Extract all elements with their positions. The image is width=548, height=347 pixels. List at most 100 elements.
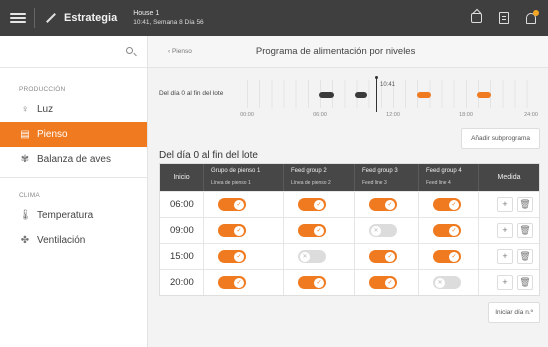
add-subprogram-button[interactable]: Añadir subprograma [461, 128, 540, 149]
timeline: Del día 0 al fin del lote 10:41 00:00 06… [159, 76, 540, 120]
check-icon: ✓ [385, 277, 395, 288]
now-label: 10:41 [380, 82, 396, 88]
bird-scale-icon: ✾ [20, 153, 30, 165]
sidebar-item-label: Ventilación [37, 235, 86, 246]
sidebar-item-label: Pienso [37, 129, 68, 140]
feed-group-toggle[interactable]: ✓ [218, 276, 246, 289]
app-title: Estrategia [64, 12, 118, 24]
feed-group-toggle[interactable]: ✕ [298, 250, 326, 263]
feed-group-toggle[interactable]: ✓ [369, 276, 397, 289]
toggle-cell: ✓ [419, 244, 479, 269]
section-title: Del día 0 al fin del lote [159, 150, 258, 161]
delete-row-button[interactable]: 🗑 [517, 223, 533, 238]
table-row: 20:00 ✓ ✓ ✓ ✕ + 🗑 [160, 269, 539, 295]
now-marker [375, 76, 378, 112]
strategy-logo-icon [44, 11, 58, 25]
column-title: Feed group 2 [291, 168, 327, 174]
timeline-label: Del día 0 al fin del lote [159, 90, 224, 97]
timeline-segment [477, 92, 491, 98]
feed-group-toggle[interactable]: ✓ [433, 250, 461, 263]
add-row-button[interactable]: + [497, 275, 513, 290]
sidebar-item-label: Temperatura [37, 210, 94, 221]
column-header-inicio: Inicio [160, 164, 204, 191]
check-icon: ✓ [234, 277, 244, 288]
tick-label: 24:00 [524, 112, 538, 118]
delete-row-button[interactable]: 🗑 [517, 197, 533, 212]
tick-label: 06:00 [313, 112, 327, 118]
sidebar-item-ventilacion[interactable]: ✤ Ventilación [0, 228, 147, 253]
toggle-cell: ✓ [284, 192, 355, 217]
toggle-cell: ✓ [355, 192, 419, 217]
fan-icon: ✤ [20, 234, 30, 246]
sidebar-item-balanza[interactable]: ✾ Balanza de aves [0, 147, 147, 172]
cross-icon: ✕ [300, 251, 310, 262]
feed-group-toggle[interactable]: ✓ [433, 224, 461, 237]
notification-bell-icon[interactable] [526, 9, 539, 24]
feed-group-toggle[interactable]: ✓ [369, 250, 397, 263]
home-icon[interactable] [471, 13, 482, 23]
toggle-cell: ✕ [284, 244, 355, 269]
column-header-group-3: Feed group 3 Feed line 3 [355, 164, 419, 191]
check-icon: ✓ [449, 199, 459, 210]
column-subtitle: Línea de pienso 1 [211, 180, 251, 186]
toggle-cell: ✓ [355, 244, 419, 269]
start-time: 06:00 [160, 192, 204, 217]
toggle-cell: ✓ [204, 270, 284, 295]
row-actions: + 🗑 [479, 192, 539, 217]
check-icon: ✓ [314, 225, 324, 236]
add-row-button[interactable]: + [497, 249, 513, 264]
start-day-button[interactable]: Iniciar día n.º [488, 302, 540, 323]
row-actions: + 🗑 [479, 218, 539, 243]
feed-group-toggle[interactable]: ✓ [298, 224, 326, 237]
feed-group-toggle[interactable]: ✕ [433, 276, 461, 289]
feed-icon: ▤ [20, 128, 30, 140]
feed-group-toggle[interactable]: ✕ [369, 224, 397, 237]
date-status: 10:41, Semana 8 Día 56 [133, 19, 204, 26]
sidebar-item-luz[interactable]: ♀ Luz [0, 97, 147, 122]
feed-group-toggle[interactable]: ✓ [369, 198, 397, 211]
breadcrumb-back[interactable]: ‹ Pienso [168, 48, 192, 55]
sidebar-item-pienso[interactable]: ▤ Pienso [0, 122, 147, 147]
feed-group-toggle[interactable]: ✓ [298, 198, 326, 211]
row-actions: + 🗑 [479, 270, 539, 295]
toggle-cell: ✓ [419, 218, 479, 243]
feed-group-toggle[interactable]: ✓ [298, 276, 326, 289]
feed-group-toggle[interactable]: ✓ [218, 250, 246, 263]
check-icon: ✓ [314, 277, 324, 288]
delete-row-button[interactable]: 🗑 [517, 249, 533, 264]
table-body: 06:00 ✓ ✓ ✓ ✓ + 🗑 09:00 ✓ ✓ ✕ ✓ + 🗑 15:00 ✓ ✕ ✓ ✓ + 🗑 20:00 ✓ ✓… [160, 191, 539, 295]
start-time: 15:00 [160, 244, 204, 269]
table-row: 06:00 ✓ ✓ ✓ ✓ + 🗑 [160, 191, 539, 217]
check-icon: ✓ [385, 251, 395, 262]
table-header: Inicio Grupo de pienso 1 Línea de pienso… [160, 164, 539, 191]
column-title: Feed group 4 [426, 168, 462, 174]
header: ‹ Pienso Programa de alimentación por ni… [148, 36, 548, 68]
timeline-segment [417, 92, 431, 98]
toggle-cell: ✓ [419, 192, 479, 217]
start-time: 20:00 [160, 270, 204, 295]
delete-row-button[interactable]: 🗑 [517, 275, 533, 290]
add-row-button[interactable]: + [497, 197, 513, 212]
sidebar-search[interactable] [0, 36, 147, 68]
feed-group-toggle[interactable]: ✓ [218, 224, 246, 237]
check-icon: ✓ [449, 251, 459, 262]
sidebar-item-temperatura[interactable]: 🌡 Temperatura [0, 203, 147, 228]
table-row: 15:00 ✓ ✕ ✓ ✓ + 🗑 [160, 243, 539, 269]
feed-group-toggle[interactable]: ✓ [218, 198, 246, 211]
check-icon: ✓ [314, 199, 324, 210]
row-actions: + 🗑 [479, 244, 539, 269]
add-row-button[interactable]: + [497, 223, 513, 238]
notification-dot [533, 9, 539, 16]
hamburger-menu-icon[interactable] [10, 11, 26, 25]
column-subtitle: Línea de pienso 2 [291, 180, 331, 186]
search-icon[interactable] [126, 47, 133, 54]
column-header-group-4: Feed group 4 Feed line 4 [419, 164, 479, 191]
column-subtitle: Feed line 3 [362, 180, 387, 186]
document-icon[interactable] [499, 12, 509, 24]
feed-group-toggle[interactable]: ✓ [433, 198, 461, 211]
tick-label: 18:00 [459, 112, 473, 118]
toggle-cell: ✕ [419, 270, 479, 295]
section-clima: CLIMA [19, 192, 40, 199]
section-produccion: PRODUCCIÓN [19, 86, 66, 93]
main-content: ‹ Pienso Programa de alimentación por ni… [148, 36, 548, 347]
